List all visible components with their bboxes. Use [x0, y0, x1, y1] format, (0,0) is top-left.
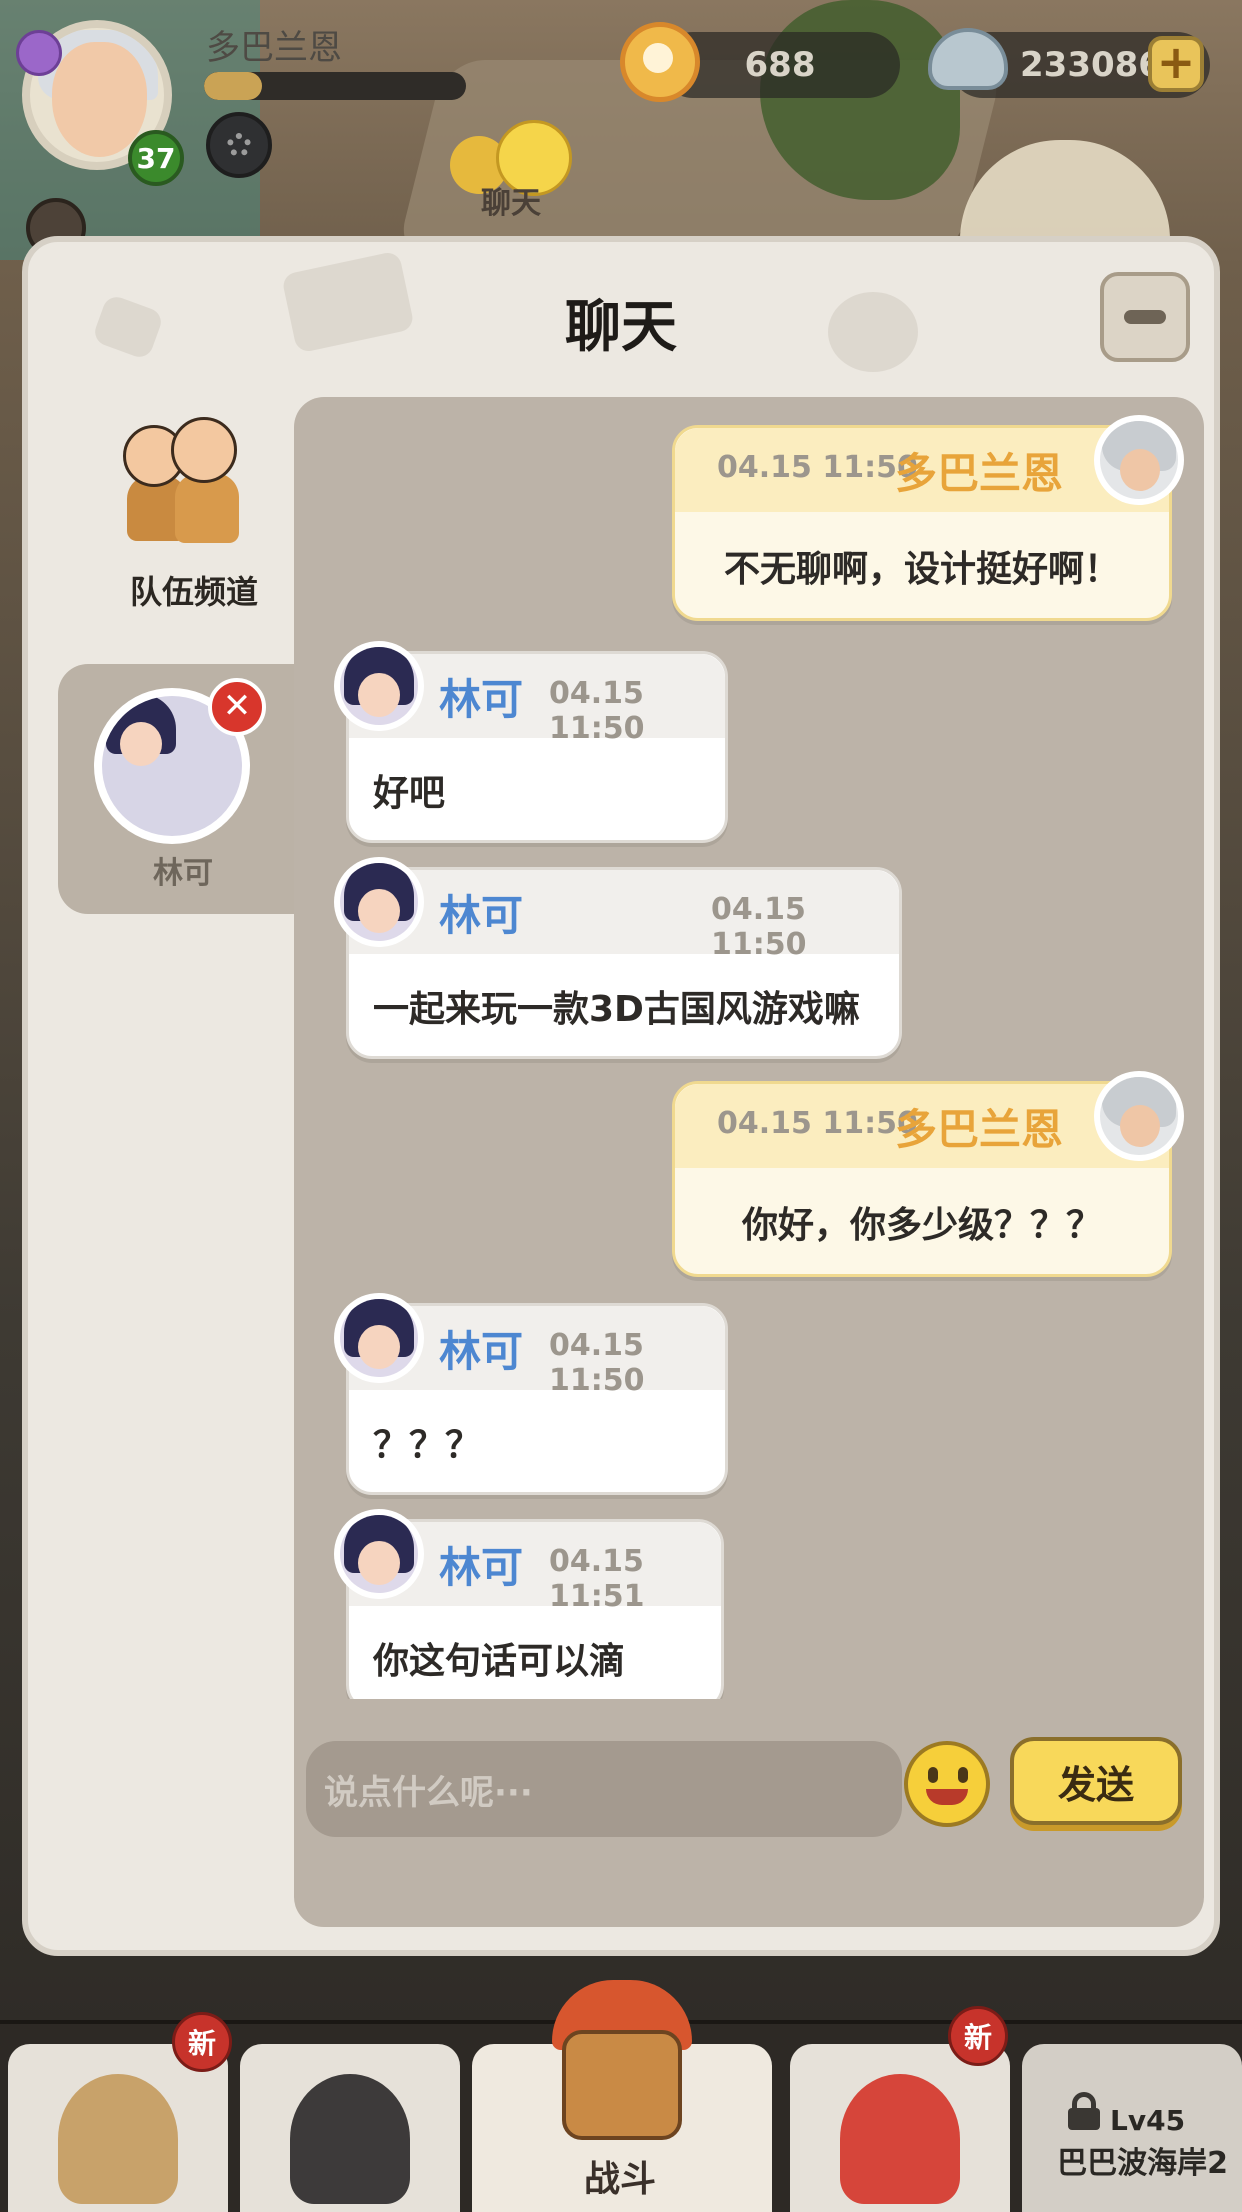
message-text: ？？？: [373, 1425, 482, 1466]
character-icon: [290, 2074, 410, 2204]
nav-tab-4[interactable]: [790, 2044, 1010, 2212]
nav-tab-2[interactable]: [240, 2044, 460, 2212]
message-sender: 林可: [439, 675, 524, 724]
channel-team-label: 队伍频道: [129, 573, 258, 611]
message-time: 04.15 11:50: [549, 1328, 645, 1398]
message-list[interactable]: 04.15 11:50 多巴兰恩 不无聊啊，设计挺好啊！ 林可 04.15 11…: [294, 397, 1204, 1699]
message-area[interactable]: 04.15 11:50 多巴兰恩 不无聊啊，设计挺好啊！ 林可 04.15 11…: [294, 397, 1204, 1927]
message-time: 04.15 11:50: [717, 1106, 918, 1141]
chat-panel: 聊天 队伍频道 ✕ 林可 04.15 11:50 多巴兰恩 不无聊啊，设计挺好啊…: [22, 236, 1220, 1956]
chat-message: 林可 04.15 11:50 一起来玩一款3D古国风游戏嘛: [346, 867, 902, 1059]
sender-avatar[interactable]: [1094, 1071, 1184, 1161]
chat-button-label: 聊天: [481, 186, 541, 221]
panel-title: 聊天: [565, 295, 677, 360]
battle-totem-icon[interactable]: [532, 1980, 712, 2150]
message-time: 04.15 11:50: [549, 676, 645, 746]
settings-gear-icon[interactable]: [206, 112, 272, 178]
message-text: 不无聊啊，设计挺好啊！: [723, 549, 1120, 590]
caveman-icon: [58, 2074, 178, 2204]
sender-avatar[interactable]: [1094, 415, 1184, 505]
message-text: 你好，你多少级？？？: [741, 1205, 1102, 1246]
emoji-icon[interactable]: [904, 1741, 990, 1827]
battle-label: 战斗: [583, 2159, 656, 2200]
message-sender: 多巴兰恩: [895, 449, 1064, 498]
message-sender: 林可: [439, 891, 524, 940]
pearl-count: 688: [744, 45, 816, 85]
close-private-chat-icon[interactable]: ✕: [208, 678, 266, 736]
xp-bar: [204, 72, 466, 100]
message-text: 一起来玩一款3D古国风游戏嘛: [373, 989, 860, 1030]
lock-icon: [1068, 2092, 1100, 2130]
message-text: 你这句话可以滴: [373, 1641, 626, 1682]
channel-team[interactable]: 队伍频道: [78, 417, 278, 627]
sender-avatar[interactable]: [334, 641, 424, 731]
channel-private-label: 林可: [153, 856, 213, 891]
chat-input[interactable]: 说点什么呢···: [306, 1741, 902, 1837]
send-button[interactable]: 发送: [1010, 1737, 1182, 1825]
pearl-icon: [620, 22, 700, 102]
sender-avatar[interactable]: [334, 1293, 424, 1383]
sender-avatar[interactable]: [334, 857, 424, 947]
shell-count: 233086: [1020, 45, 1162, 85]
dino-icon: [840, 2074, 960, 2204]
player-level-badge: 37: [128, 130, 184, 186]
add-currency-button[interactable]: +: [1148, 36, 1204, 92]
message-sender: 林可: [439, 1327, 524, 1376]
minimize-button[interactable]: [1100, 272, 1190, 362]
xp-bar-fill: [204, 72, 262, 100]
message-sender: 多巴兰恩: [895, 1105, 1064, 1154]
message-time: 04.15 11:51: [549, 1544, 645, 1614]
locked-level: Lv45: [1110, 2104, 1186, 2137]
message-sender: 林可: [439, 1543, 524, 1592]
chat-input-row: 说点什么呢··· 发送: [294, 1727, 1204, 1927]
locked-area-name: 巴巴波海岸2: [1057, 2146, 1228, 2181]
message-text: 好吧: [373, 773, 446, 814]
sender-avatar[interactable]: [334, 1509, 424, 1599]
new-badge: 新: [948, 2006, 1008, 2066]
new-badge: 新: [172, 2012, 232, 2072]
message-time: 04.15 11:50: [711, 892, 807, 962]
rank-badge-icon: [16, 30, 62, 76]
team-channel-icon: [123, 417, 243, 547]
player-name: 多巴兰恩: [206, 28, 342, 68]
message-time: 04.15 11:50: [717, 450, 918, 485]
